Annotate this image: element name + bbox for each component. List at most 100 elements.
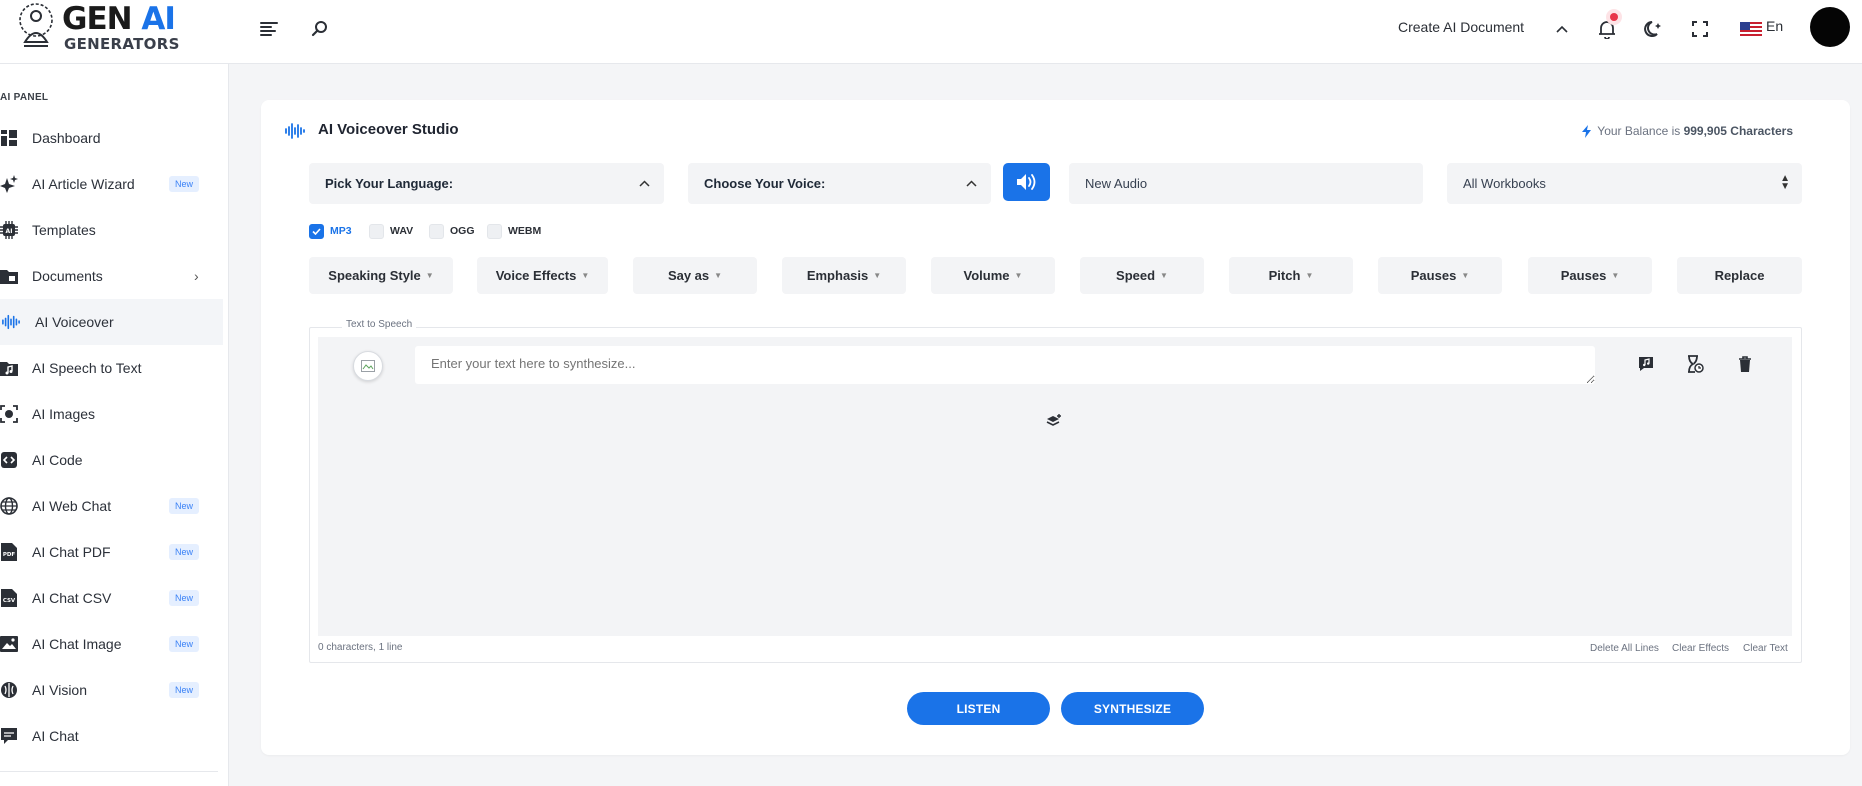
svg-text:CSV: CSV [3, 598, 16, 604]
trash-icon[interactable] [1735, 354, 1755, 374]
sidebar-item-label: AI Images [32, 406, 96, 422]
workbooks-select[interactable]: All Workbooks ▲ ▼ [1447, 163, 1802, 204]
sidebar-item-ai-chat-csv[interactable]: CSV AI Chat CSV New [0, 575, 223, 621]
voice-avatar[interactable] [353, 351, 383, 381]
music-folder-icon [0, 359, 18, 377]
sidebar-item-ai-chat-pdf[interactable]: PDF AI Chat PDF New [0, 529, 223, 575]
sidebar-item-ai-images[interactable]: AI Images [0, 391, 223, 437]
sidebar-item-ai-code[interactable]: AI Code [0, 437, 223, 483]
ai-chip-icon: AI [0, 221, 18, 239]
sidebar-item-label: AI Chat PDF [32, 544, 111, 560]
brand-logo[interactable]: GEN AI GENERATORS [16, 1, 186, 53]
bell-icon[interactable] [1596, 18, 1618, 40]
emphasis-dropdown[interactable]: Emphasis ▼ [782, 257, 906, 294]
voice-effects-dropdown[interactable]: Voice Effects ▼ [477, 257, 608, 294]
chevron-up-icon [966, 176, 977, 190]
svg-text:AI: AI [6, 228, 13, 235]
sidebar-divider [0, 771, 218, 772]
sidebar-item-ai-vision[interactable]: AI Vision New [0, 667, 223, 713]
hourglass-timer-icon[interactable] [1685, 354, 1705, 374]
menu-toggle-icon[interactable] [258, 18, 280, 40]
language-select-label: Pick Your Language: [325, 176, 454, 191]
pauses-dropdown[interactable]: Pauses ▼ [1378, 257, 1502, 294]
add-line-layers-icon[interactable] [1044, 411, 1064, 431]
pauses-dropdown-2[interactable]: Pauses ▼ [1528, 257, 1652, 294]
speaking-style-dropdown[interactable]: Speaking Style ▼ [309, 257, 453, 294]
sidebar-item-ai-chat-image[interactable]: AI Chat Image New [0, 621, 223, 667]
waveform-icon [285, 123, 305, 139]
format-wav-checkbox[interactable]: WAV [369, 222, 413, 240]
sidebar-item-dashboard[interactable]: Dashboard [0, 115, 223, 161]
checkbox-box [487, 223, 502, 239]
brain-icon [0, 681, 18, 699]
format-ogg-checkbox[interactable]: OGG [429, 222, 475, 240]
preview-voice-button[interactable] [1003, 163, 1050, 201]
brand-logo-icon [19, 3, 53, 47]
format-label: WEBM [508, 225, 542, 237]
chat-bubble-icon [0, 727, 18, 745]
balance-value: 999,905 Characters [1683, 124, 1793, 138]
sidebar-item-ai-article-wizard[interactable]: AI Article Wizard New [0, 161, 223, 207]
globe-icon [0, 497, 18, 515]
chevron-up-icon[interactable] [1551, 18, 1573, 40]
sidebar-item-templates[interactable]: AI Templates [0, 207, 223, 253]
select-arrows-icon: ▲ ▼ [1780, 173, 1790, 192]
dark-mode-moon-icon[interactable] [1642, 18, 1664, 40]
format-webm-checkbox[interactable]: WEBM [487, 222, 541, 240]
clear-text-link[interactable]: Clear Text [1743, 643, 1788, 654]
broken-image-icon [361, 360, 375, 372]
sidebar-item-label: Documents [32, 268, 103, 284]
pdf-file-icon: PDF [0, 543, 18, 561]
sidebar-item-label: AI Chat CSV [32, 590, 112, 606]
add-music-icon[interactable] [1636, 354, 1656, 374]
dashboard-icon [0, 129, 18, 147]
sidebar-item-label: AI Chat [32, 728, 79, 744]
panel-label: AI PANEL [0, 92, 49, 103]
us-flag-icon[interactable] [1740, 18, 1762, 40]
synthesize-text-input[interactable] [415, 346, 1595, 384]
format-label: OGG [450, 225, 475, 237]
speed-dropdown[interactable]: Speed ▼ [1080, 257, 1204, 294]
balance-info: Your Balance is 999,905 Characters [1582, 124, 1793, 138]
voiceover-studio-card: AI Voiceover Studio Your Balance is 999,… [261, 100, 1850, 755]
top-header: GEN AI GENERATORS Create AI Document En [0, 0, 1862, 64]
chevron-up-icon [639, 176, 650, 190]
sidebar-item-ai-speech-to-text[interactable]: AI Speech to Text [0, 345, 223, 391]
pitch-dropdown[interactable]: Pitch ▼ [1229, 257, 1353, 294]
sidebar-item-documents[interactable]: Documents › [0, 253, 223, 299]
sidebar-item-ai-chat[interactable]: AI Chat [0, 713, 223, 759]
format-mp3-checkbox[interactable]: MP3 [309, 222, 352, 240]
image-icon [0, 635, 18, 653]
replace-button[interactable]: Replace [1677, 257, 1802, 294]
clear-effects-link[interactable]: Clear Effects [1672, 643, 1729, 654]
new-badge: New [169, 636, 200, 652]
sidebar-item-label: AI Vision [32, 682, 87, 698]
format-label: WAV [390, 225, 414, 237]
sidebar-item-label: Templates [32, 222, 96, 238]
user-avatar[interactable] [1810, 7, 1850, 47]
new-badge: New [169, 498, 200, 514]
volume-dropdown[interactable]: Volume ▼ [931, 257, 1055, 294]
delete-all-lines-link[interactable]: Delete All Lines [1590, 643, 1659, 654]
synthesize-button[interactable]: SYNTHESIZE [1061, 692, 1204, 725]
listen-button[interactable]: LISTEN [907, 692, 1050, 725]
sidebar-item-ai-voiceover[interactable]: AI Voiceover [0, 299, 223, 345]
checkbox-box [369, 223, 384, 239]
waveform-icon [2, 313, 20, 331]
lightning-icon [1582, 124, 1592, 138]
search-icon[interactable] [309, 18, 331, 40]
fullscreen-icon[interactable] [1689, 18, 1711, 40]
voice-select-label: Choose Your Voice: [704, 176, 826, 191]
brand-title: GEN AI [62, 1, 176, 37]
language-select[interactable]: Pick Your Language: [309, 163, 664, 204]
audio-title-input[interactable] [1069, 163, 1423, 204]
language-selector[interactable]: En [1766, 18, 1783, 34]
sidebar-item-ai-web-chat[interactable]: AI Web Chat New [0, 483, 223, 529]
sidebar-item-label: Dashboard [32, 130, 101, 146]
brand-subtitle: GENERATORS [64, 35, 180, 53]
sidebar: AI PANEL Dashboard AI Article Wizard New… [0, 64, 229, 786]
voice-select[interactable]: Choose Your Voice: [688, 163, 991, 204]
say-as-dropdown[interactable]: Say as ▼ [633, 257, 757, 294]
create-ai-document-menu[interactable]: Create AI Document [1398, 19, 1524, 35]
sidebar-item-label: AI Web Chat [32, 498, 112, 514]
